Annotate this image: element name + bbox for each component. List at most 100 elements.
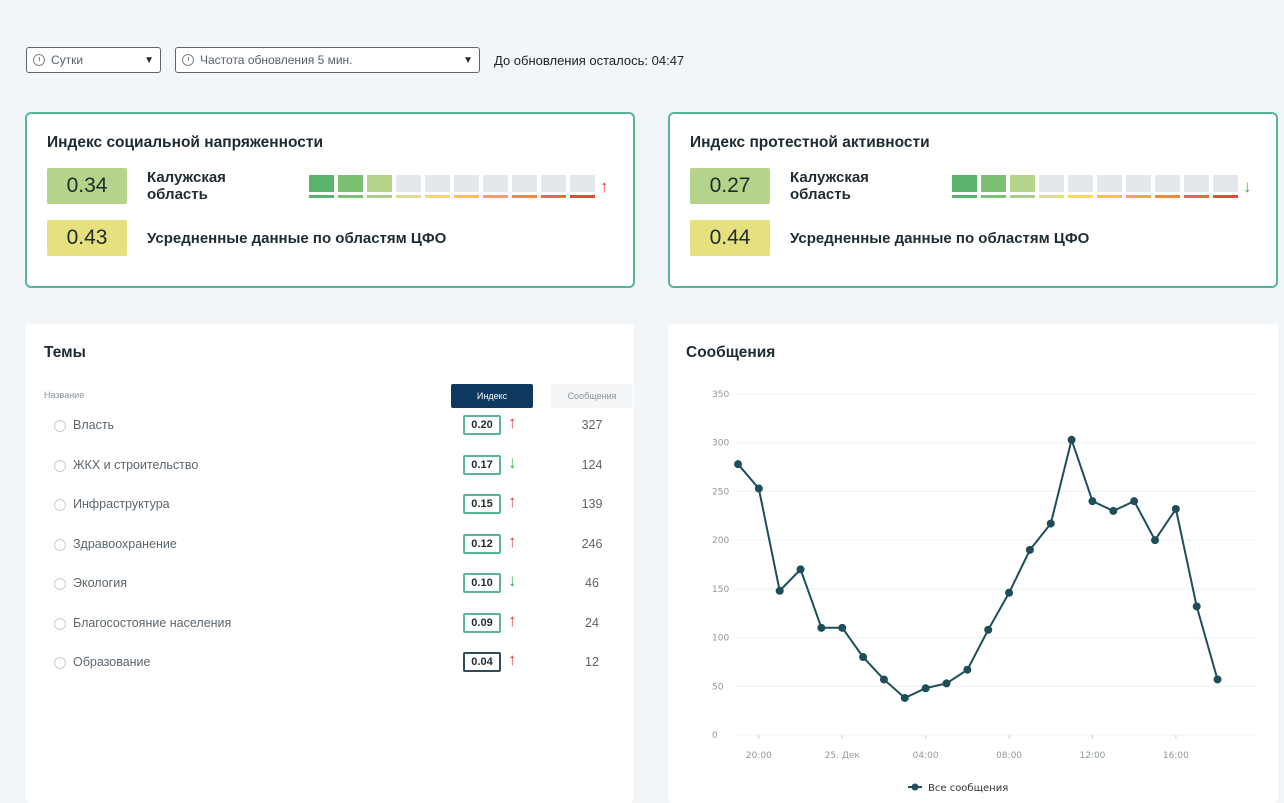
topic-row[interactable]: Власть 0.20 ↑ 327 xyxy=(44,408,616,448)
average-label: Усредненные данные по областям ЦФО xyxy=(147,229,447,247)
region-name: Калужская область xyxy=(147,169,226,203)
region-value-badge: 0.34 xyxy=(47,168,127,204)
topic-index-value: 0.17 xyxy=(463,454,501,475)
topic-message-count: 327 xyxy=(581,418,603,432)
card-title: Индекс протестной активности xyxy=(690,134,930,151)
data-point xyxy=(1025,545,1034,554)
legend-label: Все сообщения xyxy=(928,783,1008,794)
scale-segment xyxy=(454,174,479,198)
topic-message-count: 46 xyxy=(585,576,599,590)
topic-message-count: 24 xyxy=(585,615,599,630)
trend-up-icon: ↑ xyxy=(600,176,609,196)
region-value-badge: 0.27 xyxy=(690,168,770,204)
topic-name: Инфраструктура xyxy=(73,497,170,511)
index-scale xyxy=(952,174,1242,198)
topic-row[interactable]: Экология 0.10 ↓ 46 xyxy=(44,566,616,606)
trend-up-icon: ↑ xyxy=(508,531,517,551)
column-header-name[interactable]: Название xyxy=(44,390,84,400)
data-point xyxy=(1192,602,1201,611)
y-tick-label: 250 xyxy=(712,487,729,497)
scale-segment xyxy=(338,174,363,198)
topic-name: Образование xyxy=(73,655,151,669)
topics-table-header: Название Индекс Сообщения xyxy=(44,384,633,408)
topic-checkbox[interactable] xyxy=(54,420,66,432)
scale-segment xyxy=(1213,174,1238,198)
trend-down-icon: ↓ xyxy=(508,571,517,590)
scale-segment xyxy=(1184,174,1209,198)
topic-name: Власть xyxy=(73,418,115,432)
data-point xyxy=(1067,435,1076,444)
topic-row[interactable]: Инфраструктура 0.15 ↑ 139 xyxy=(44,487,616,527)
topic-row[interactable]: ЖКХ и строительство 0.17 ↓ 124 xyxy=(44,448,616,488)
data-point xyxy=(1151,536,1159,545)
scale-segment xyxy=(1155,174,1180,198)
refresh-countdown: До обновления осталось: 04:47 xyxy=(494,52,685,68)
data-point xyxy=(1171,504,1180,513)
average-label: Усредненные данные по областям ЦФО xyxy=(790,229,1090,247)
topic-row[interactable]: Благосостояние населения 0.09 ↑ 24 xyxy=(44,606,616,646)
x-tick-label: 16:00 xyxy=(1163,751,1189,761)
y-tick-label: 300 xyxy=(712,439,729,449)
x-tick-label: 25. Дек xyxy=(825,751,861,761)
topic-checkbox[interactable] xyxy=(54,538,66,551)
scale-segment xyxy=(483,174,508,198)
y-tick-label: 150 xyxy=(712,585,729,595)
data-point xyxy=(1046,519,1055,528)
scale-segment xyxy=(1097,174,1122,198)
topic-index-value: 0.15 xyxy=(463,494,501,514)
scale-segment xyxy=(396,174,421,198)
index-scale xyxy=(309,174,599,198)
refresh-rate-label: Частота обновления 5 мин. xyxy=(200,53,353,67)
topic-name: Экология xyxy=(73,576,127,590)
y-tick-label: 200 xyxy=(712,536,729,546)
data-point xyxy=(1005,588,1014,597)
topic-checkbox[interactable] xyxy=(54,617,66,630)
scale-segment xyxy=(952,174,977,198)
x-tick-label: 04:00 xyxy=(913,751,939,761)
topic-row[interactable]: Образование 0.04 ↑ 12 xyxy=(44,645,616,685)
period-select[interactable]: Сутки ▼ xyxy=(26,47,161,73)
data-point xyxy=(754,484,763,493)
period-select-label: Сутки xyxy=(51,53,84,67)
topic-message-count: 139 xyxy=(581,497,603,511)
data-point xyxy=(984,625,993,634)
trend-down-icon: ↓ xyxy=(508,452,517,472)
topic-index-value: 0.10 xyxy=(463,573,501,593)
y-tick-label: 50 xyxy=(712,682,724,692)
data-point xyxy=(734,460,742,469)
topic-name: ЖКХ и строительство xyxy=(73,457,199,472)
trend-up-icon: ↑ xyxy=(508,650,517,669)
scale-segment xyxy=(512,174,537,198)
column-header-index[interactable]: Индекс xyxy=(451,384,533,408)
refresh-rate-select[interactable]: Частота обновления 5 мин. ▼ xyxy=(175,47,480,73)
topic-checkbox[interactable] xyxy=(54,499,66,511)
data-point xyxy=(942,679,951,688)
scale-segment xyxy=(981,174,1006,198)
topic-index-value: 0.04 xyxy=(463,652,501,672)
data-point xyxy=(859,653,868,662)
data-point xyxy=(1088,497,1097,506)
x-tick-label: 08:00 xyxy=(996,751,1022,761)
data-point xyxy=(1130,497,1139,506)
topic-row[interactable]: Здравоохранение 0.12 ↑ 246 xyxy=(44,527,616,567)
topic-message-count: 12 xyxy=(585,655,599,669)
data-point xyxy=(1109,506,1118,515)
scale-segment xyxy=(1039,174,1064,198)
topic-index-value: 0.09 xyxy=(463,612,501,633)
scale-segment xyxy=(425,174,450,198)
topic-checkbox[interactable] xyxy=(54,657,66,669)
topic-message-count: 246 xyxy=(581,536,603,551)
data-point xyxy=(879,675,888,684)
scale-segment xyxy=(1068,174,1093,198)
average-value-badge: 0.44 xyxy=(690,220,770,256)
social-tension-card: Индекс социальной напряженности 0.34 Кал… xyxy=(25,112,635,288)
data-point xyxy=(900,693,909,702)
column-header-messages[interactable]: Сообщения xyxy=(551,384,633,408)
scale-segment xyxy=(1010,174,1035,198)
topic-checkbox[interactable] xyxy=(54,578,66,590)
panel-title: Темы xyxy=(44,344,86,361)
region-name: Калужская область xyxy=(790,169,869,203)
average-value-badge: 0.43 xyxy=(47,220,127,256)
topic-checkbox[interactable] xyxy=(54,459,66,472)
refresh-icon xyxy=(182,54,194,66)
